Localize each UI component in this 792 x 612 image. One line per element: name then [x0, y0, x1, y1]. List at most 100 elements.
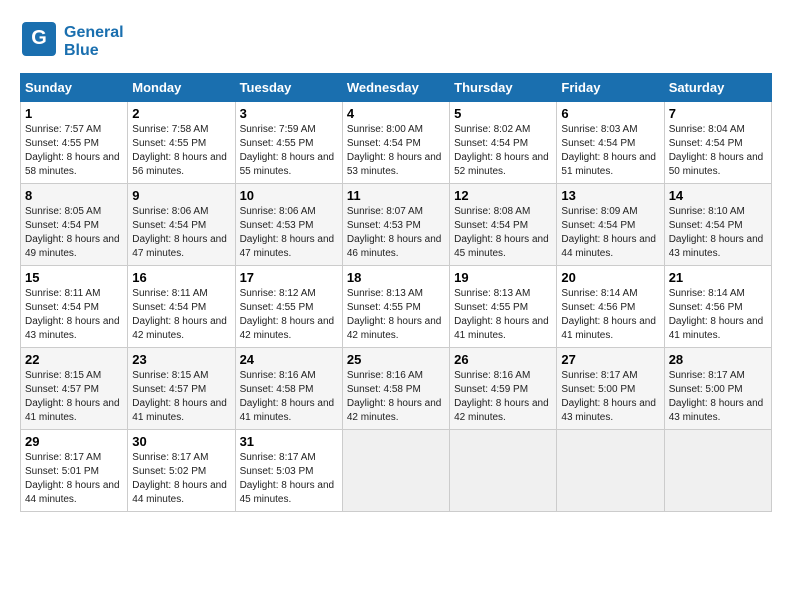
calendar-cell: 2Sunrise: 7:58 AM Sunset: 4:55 PM Daylig…	[128, 102, 235, 184]
calendar-cell	[450, 430, 557, 512]
calendar-cell: 18 Sunrise: 8:13 AM Sunset: 4:55 PM Dayli…	[342, 266, 449, 348]
calendar-cell	[664, 430, 771, 512]
day-number: 13	[561, 188, 659, 203]
calendar-cell	[557, 430, 664, 512]
day-number: 1	[25, 106, 123, 121]
calendar-cell: 27 Sunrise: 8:17 AM Sunset: 5:00 PM Dayli…	[557, 348, 664, 430]
day-info: Sunrise: 8:17 AM Sunset: 5:03 PM Dayligh…	[240, 451, 338, 507]
logo: G General Blue	[20, 20, 124, 63]
day-info: Sunrise: 8:02 AM Sunset: 4:54 PM Dayligh…	[454, 123, 552, 179]
day-info: Sunrise: 8:03 AM Sunset: 4:54 PM Dayligh…	[561, 123, 659, 179]
calendar-cell: 28 Sunrise: 8:17 AM Sunset: 5:00 PM Dayli…	[664, 348, 771, 430]
col-header-tuesday: Tuesday	[235, 74, 342, 102]
day-number: 4	[347, 106, 445, 121]
calendar-week-2: 8 Sunrise: 8:05 AM Sunset: 4:54 PM Daylig…	[21, 184, 772, 266]
calendar-cell: 12 Sunrise: 8:08 AM Sunset: 4:54 PM Dayli…	[450, 184, 557, 266]
day-info: Sunrise: 7:57 AM Sunset: 4:55 PM Dayligh…	[25, 123, 123, 179]
day-number: 14	[669, 188, 767, 203]
day-number: 3	[240, 106, 338, 121]
day-info: Sunrise: 8:17 AM Sunset: 5:00 PM Dayligh…	[669, 369, 767, 425]
day-number: 20	[561, 270, 659, 285]
day-info: Sunrise: 8:05 AM Sunset: 4:54 PM Dayligh…	[25, 205, 123, 261]
calendar-cell: 17 Sunrise: 8:12 AM Sunset: 4:55 PM Dayli…	[235, 266, 342, 348]
day-number: 16	[132, 270, 230, 285]
calendar-week-1: 1 Sunrise: 7:57 AM Sunset: 4:55 PM Daylig…	[21, 102, 772, 184]
day-info: Sunrise: 8:06 AM Sunset: 4:54 PM Dayligh…	[132, 205, 230, 261]
calendar-cell: 20 Sunrise: 8:14 AM Sunset: 4:56 PM Dayli…	[557, 266, 664, 348]
calendar-cell: 23 Sunrise: 8:15 AM Sunset: 4:57 PM Dayli…	[128, 348, 235, 430]
day-info: Sunrise: 8:17 AM Sunset: 5:02 PM Dayligh…	[132, 451, 230, 507]
day-number: 17	[240, 270, 338, 285]
day-number: 6	[561, 106, 659, 121]
col-header-sunday: Sunday	[21, 74, 128, 102]
calendar-week-5: 29Sunrise: 8:17 AM Sunset: 5:01 PM Dayli…	[21, 430, 772, 512]
day-number: 8	[25, 188, 123, 203]
day-info: Sunrise: 7:59 AM Sunset: 4:55 PM Dayligh…	[240, 123, 338, 179]
day-info: Sunrise: 7:58 AM Sunset: 4:55 PM Dayligh…	[132, 123, 230, 179]
day-info: Sunrise: 8:16 AM Sunset: 4:58 PM Dayligh…	[240, 369, 338, 425]
day-info: Sunrise: 8:10 AM Sunset: 4:54 PM Dayligh…	[669, 205, 767, 261]
day-number: 19	[454, 270, 552, 285]
calendar-table: SundayMondayTuesdayWednesdayThursdayFrid…	[20, 73, 772, 512]
col-header-friday: Friday	[557, 74, 664, 102]
calendar-cell: 10 Sunrise: 8:06 AM Sunset: 4:53 PM Dayli…	[235, 184, 342, 266]
day-info: Sunrise: 8:07 AM Sunset: 4:53 PM Dayligh…	[347, 205, 445, 261]
day-info: Sunrise: 8:06 AM Sunset: 4:53 PM Dayligh…	[240, 205, 338, 261]
day-number: 25	[347, 352, 445, 367]
calendar-cell: 8 Sunrise: 8:05 AM Sunset: 4:54 PM Daylig…	[21, 184, 128, 266]
calendar-cell: 3 Sunrise: 7:59 AM Sunset: 4:55 PM Daylig…	[235, 102, 342, 184]
day-number: 5	[454, 106, 552, 121]
calendar-cell: 1 Sunrise: 7:57 AM Sunset: 4:55 PM Daylig…	[21, 102, 128, 184]
calendar-cell: 13Sunrise: 8:09 AM Sunset: 4:54 PM Dayli…	[557, 184, 664, 266]
day-number: 18	[347, 270, 445, 285]
calendar-cell: 22Sunrise: 8:15 AM Sunset: 4:57 PM Dayli…	[21, 348, 128, 430]
calendar-cell: 14 Sunrise: 8:10 AM Sunset: 4:54 PM Dayli…	[664, 184, 771, 266]
day-info: Sunrise: 8:13 AM Sunset: 4:55 PM Dayligh…	[347, 287, 445, 343]
day-info: Sunrise: 8:15 AM Sunset: 4:57 PM Dayligh…	[132, 369, 230, 425]
calendar-week-4: 22 Sunrise: 8:15 AM Sunset: 4:57 PM Dayli…	[21, 348, 772, 430]
day-info: Sunrise: 8:16 AM Sunset: 4:59 PM Dayligh…	[454, 369, 552, 425]
calendar-cell	[342, 430, 449, 512]
calendar-cell: 19 Sunrise: 8:13 AM Sunset: 4:55 PM Dayli…	[450, 266, 557, 348]
day-number: 21	[669, 270, 767, 285]
day-info: Sunrise: 8:14 AM Sunset: 4:56 PM Dayligh…	[561, 287, 659, 343]
day-info: Sunrise: 8:04 AM Sunset: 4:54 PM Dayligh…	[669, 123, 767, 179]
day-number: 27	[561, 352, 659, 367]
day-info: Sunrise: 8:14 AM Sunset: 4:56 PM Dayligh…	[669, 287, 767, 343]
calendar-cell: 21 Sunrise: 8:14 AM Sunset: 4:56 PM Dayli…	[664, 266, 771, 348]
day-info: Sunrise: 8:16 AM Sunset: 4:58 PM Dayligh…	[347, 369, 445, 425]
day-info: Sunrise: 8:17 AM Sunset: 5:00 PM Dayligh…	[561, 369, 659, 425]
day-number: 23	[132, 352, 230, 367]
day-info: Sunrise: 8:13 AM Sunset: 4:55 PM Dayligh…	[454, 287, 552, 343]
calendar-cell: 6 Sunrise: 8:03 AM Sunset: 4:54 PM Daylig…	[557, 102, 664, 184]
day-number: 22	[25, 352, 123, 367]
calendar-cell: 11 Sunrise: 8:07 AM Sunset: 4:53 PM Dayli…	[342, 184, 449, 266]
day-info: Sunrise: 8:08 AM Sunset: 4:54 PM Dayligh…	[454, 205, 552, 261]
calendar-cell: 15 Sunrise: 8:11 AM Sunset: 4:54 PM Dayli…	[21, 266, 128, 348]
day-number: 30	[132, 434, 230, 449]
calendar-cell: 16Sunrise: 8:11 AM Sunset: 4:54 PM Dayli…	[128, 266, 235, 348]
day-info: Sunrise: 8:12 AM Sunset: 4:55 PM Dayligh…	[240, 287, 338, 343]
svg-text:G: G	[31, 27, 47, 49]
day-number: 7	[669, 106, 767, 121]
day-number: 28	[669, 352, 767, 367]
day-number: 11	[347, 188, 445, 203]
day-number: 15	[25, 270, 123, 285]
day-number: 24	[240, 352, 338, 367]
col-header-wednesday: Wednesday	[342, 74, 449, 102]
logo-icon: G	[20, 20, 58, 58]
day-number: 10	[240, 188, 338, 203]
day-number: 26	[454, 352, 552, 367]
calendar-cell: 4Sunrise: 8:00 AM Sunset: 4:54 PM Daylig…	[342, 102, 449, 184]
col-header-monday: Monday	[128, 74, 235, 102]
day-info: Sunrise: 8:11 AM Sunset: 4:54 PM Dayligh…	[25, 287, 123, 343]
calendar-cell: 9 Sunrise: 8:06 AM Sunset: 4:54 PM Daylig…	[128, 184, 235, 266]
col-header-thursday: Thursday	[450, 74, 557, 102]
calendar-cell: 26 Sunrise: 8:16 AM Sunset: 4:59 PM Dayli…	[450, 348, 557, 430]
day-number: 31	[240, 434, 338, 449]
calendar-cell: 30 Sunrise: 8:17 AM Sunset: 5:02 PM Dayli…	[128, 430, 235, 512]
calendar-cell: 31 Sunrise: 8:17 AM Sunset: 5:03 PM Dayli…	[235, 430, 342, 512]
logo-blue: Blue	[64, 42, 124, 60]
day-number: 12	[454, 188, 552, 203]
day-number: 9	[132, 188, 230, 203]
